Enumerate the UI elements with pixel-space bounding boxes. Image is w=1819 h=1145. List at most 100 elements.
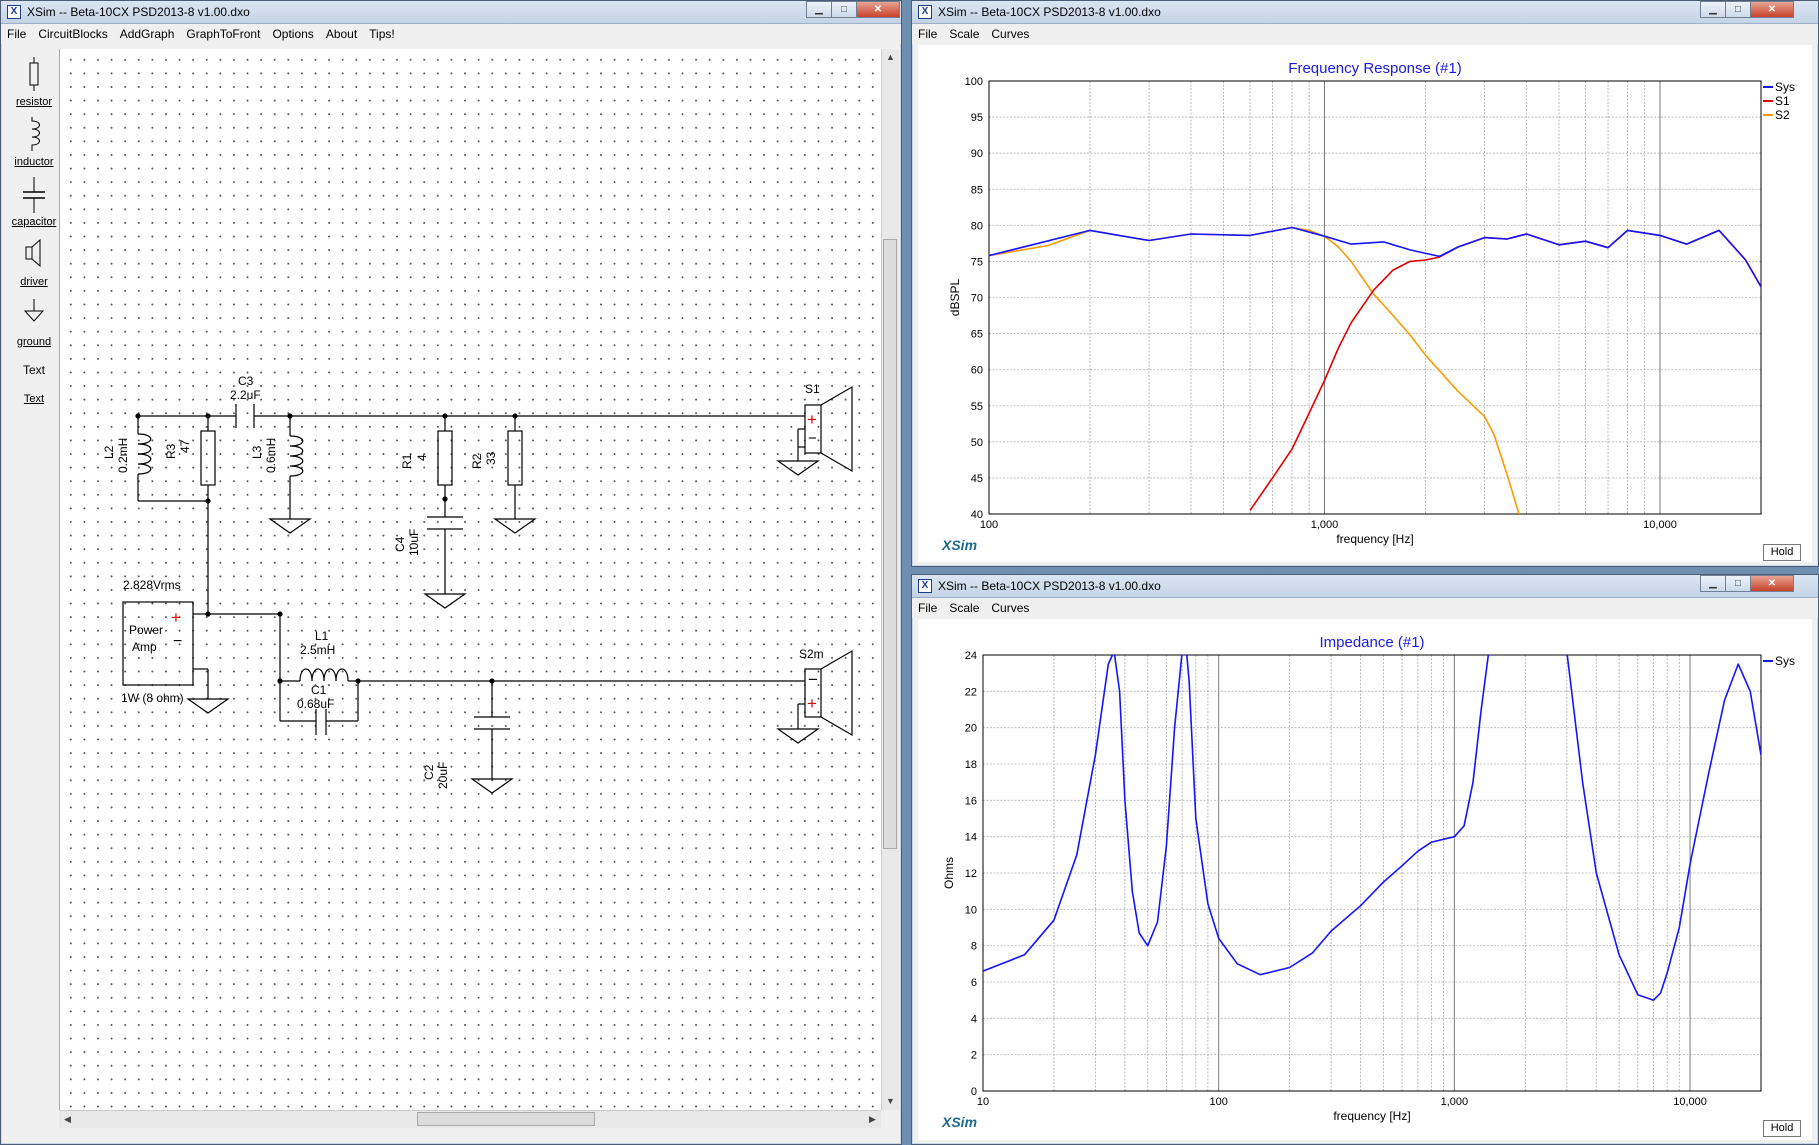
maximize-button[interactable]: □ [1725,1,1751,18]
c2-value: 20uF [436,761,450,789]
r1-name: R1 [400,453,414,469]
x-axis-label: frequency [Hz] [1333,1109,1410,1123]
schematic-titlebar[interactable]: X XSim -- Beta-10CX PSD2013-8 v1.00.dxo … [1,1,901,24]
svg-text:−: − [808,430,817,447]
y-tick-label: 20 [965,723,977,735]
tool-text[interactable]: Text [9,363,59,377]
close-button[interactable]: ✕ [1750,1,1794,18]
svg-text:+: + [807,694,817,713]
x-tick-label: 10 [977,1096,989,1108]
l1-name: L1 [315,629,329,643]
c4-name: C4 [393,536,407,552]
tool-text-link[interactable]: Text [9,393,59,405]
window-title: XSim -- Beta-10CX PSD2013-8 v1.00.dxo [938,579,1161,593]
scroll-right-icon[interactable]: ▶ [865,1112,880,1127]
frequency-response-chart[interactable]: 404550556065707580859095100100 1,000 10,00… [918,45,1812,562]
app-icon: X [918,579,932,593]
close-button[interactable]: ✕ [856,1,900,18]
menu-about[interactable]: About [320,24,363,41]
tool-resistor[interactable]: resistor [9,57,59,108]
schematic-drawing: + − − + + − [122,385,853,794]
s1-name: S1 [805,382,820,396]
minimize-button[interactable]: ▁ [1700,1,1726,18]
imp-plot-panel: 0 2 4 6 8 10 12 14 16 18 20 22 24 10 100 1,000 10,000 Imp… [918,619,1812,1140]
series-line-sys [989,226,1761,288]
tool-label: resistor [15,96,53,108]
y-tick-label: 75 [971,256,983,268]
y-tick-label: 8 [971,941,977,953]
menu-tips[interactable]: Tips! [363,24,401,41]
scroll-down-icon[interactable]: ▼ [883,1094,898,1109]
fr-titlebar[interactable]: X XSim -- Beta-10CX PSD2013-8 v1.00.dxo … [912,1,1818,24]
chart-title: Impedance (#1) [1319,634,1424,651]
tool-label: ground [16,336,52,348]
menubar: File Scale Curves [912,24,1818,44]
menu-scale[interactable]: Scale [943,598,985,615]
horizontal-scroll-thumb[interactable] [417,1112,595,1126]
tool-capacitor[interactable]: capacitor [9,177,59,228]
menubar: File Scale Curves [912,598,1818,618]
vertical-scrollbar[interactable]: ▲ ▼ [881,49,899,1110]
r3-value: 47 [178,439,192,453]
series-line-s2 [989,226,1520,514]
menu-options[interactable]: Options [266,24,319,41]
xsim-brand: XSim [942,537,978,553]
svg-text:−: − [173,633,182,650]
schematic-canvas[interactable]: + − − + + − C3 2.2uF L2 0.2mH R3 47 L3 0… [59,49,881,1110]
x-tick-label: 10,000 [1673,1096,1707,1108]
menu-addgraph[interactable]: AddGraph [114,24,181,41]
tool-ground[interactable]: ground [9,297,59,348]
l3-name: L3 [250,445,264,459]
menu-graphtofront[interactable]: GraphToFront [180,24,266,41]
menu-file[interactable]: File [1,24,32,41]
minimize-button[interactable]: ▁ [806,1,832,18]
vertical-scroll-thumb[interactable] [883,239,897,849]
minimize-button[interactable]: ▁ [1700,575,1726,592]
menu-file[interactable]: File [912,598,943,615]
menu-circuitblocks[interactable]: CircuitBlocks [32,24,113,41]
x-tick-label: 10,000 [1643,519,1677,531]
l2-name: L2 [102,445,116,459]
frequency-response-window: X XSim -- Beta-10CX PSD2013-8 v1.00.dxo … [911,0,1819,567]
y-tick-label: 16 [965,795,977,807]
legend-label: S1 [1775,94,1790,108]
window-title: XSim -- Beta-10CX PSD2013-8 v1.00.dxo [27,5,250,19]
tool-label: inductor [14,156,54,168]
fr-plot-panel: 40 45 50 55 60 65 70 75 80 85 90 95 100 100 1,000 10,00… [918,45,1812,562]
tool-inductor[interactable]: inductor [9,117,59,168]
legend-label: Sys [1775,80,1795,94]
y-tick-label: 50 [971,437,983,449]
s2m-name: S2m [799,647,824,661]
hold-button[interactable]: Hold [1763,1120,1801,1137]
maximize-button[interactable]: □ [831,1,857,18]
c1-value: 0.68uF [297,697,335,711]
menu-file[interactable]: File [912,24,943,41]
c3-value: 2.2uF [230,388,261,402]
r1-value: 4 [415,454,429,461]
menu-curves[interactable]: Curves [985,24,1035,41]
scroll-up-icon[interactable]: ▲ [883,50,898,65]
series-line-sys [983,655,1761,1002]
menu-curves[interactable]: Curves [985,598,1035,615]
impedance-chart[interactable]: 02468101214161820222410 100 1,000 10,000Imp… [918,619,1812,1140]
tool-driver[interactable]: driver [9,237,59,288]
text-tool-icon: Text [23,393,45,405]
chart-title: Frequency Response (#1) [1288,60,1461,77]
hold-button[interactable]: Hold [1763,544,1801,561]
l3-value: 0.6mH [264,437,278,473]
scroll-left-icon[interactable]: ◀ [60,1112,75,1127]
y-tick-label: 45 [971,473,983,485]
r2-name: R2 [470,453,484,469]
y-tick-label: 12 [965,868,977,880]
maximize-button[interactable]: □ [1725,575,1751,592]
imp-titlebar[interactable]: X XSim -- Beta-10CX PSD2013-8 v1.00.dxo … [912,575,1818,598]
close-button[interactable]: ✕ [1750,575,1794,592]
y-tick-label: 14 [965,832,977,844]
c4-value: 10uF [407,528,421,556]
window-title: XSim -- Beta-10CX PSD2013-8 v1.00.dxo [938,5,1161,19]
app-icon: X [7,5,21,19]
y-tick-label: 100 [965,76,983,88]
x-axis-label: frequency [Hz] [1336,532,1413,546]
menu-scale[interactable]: Scale [943,24,985,41]
horizontal-scrollbar[interactable]: ◀ ▶ [59,1110,881,1128]
